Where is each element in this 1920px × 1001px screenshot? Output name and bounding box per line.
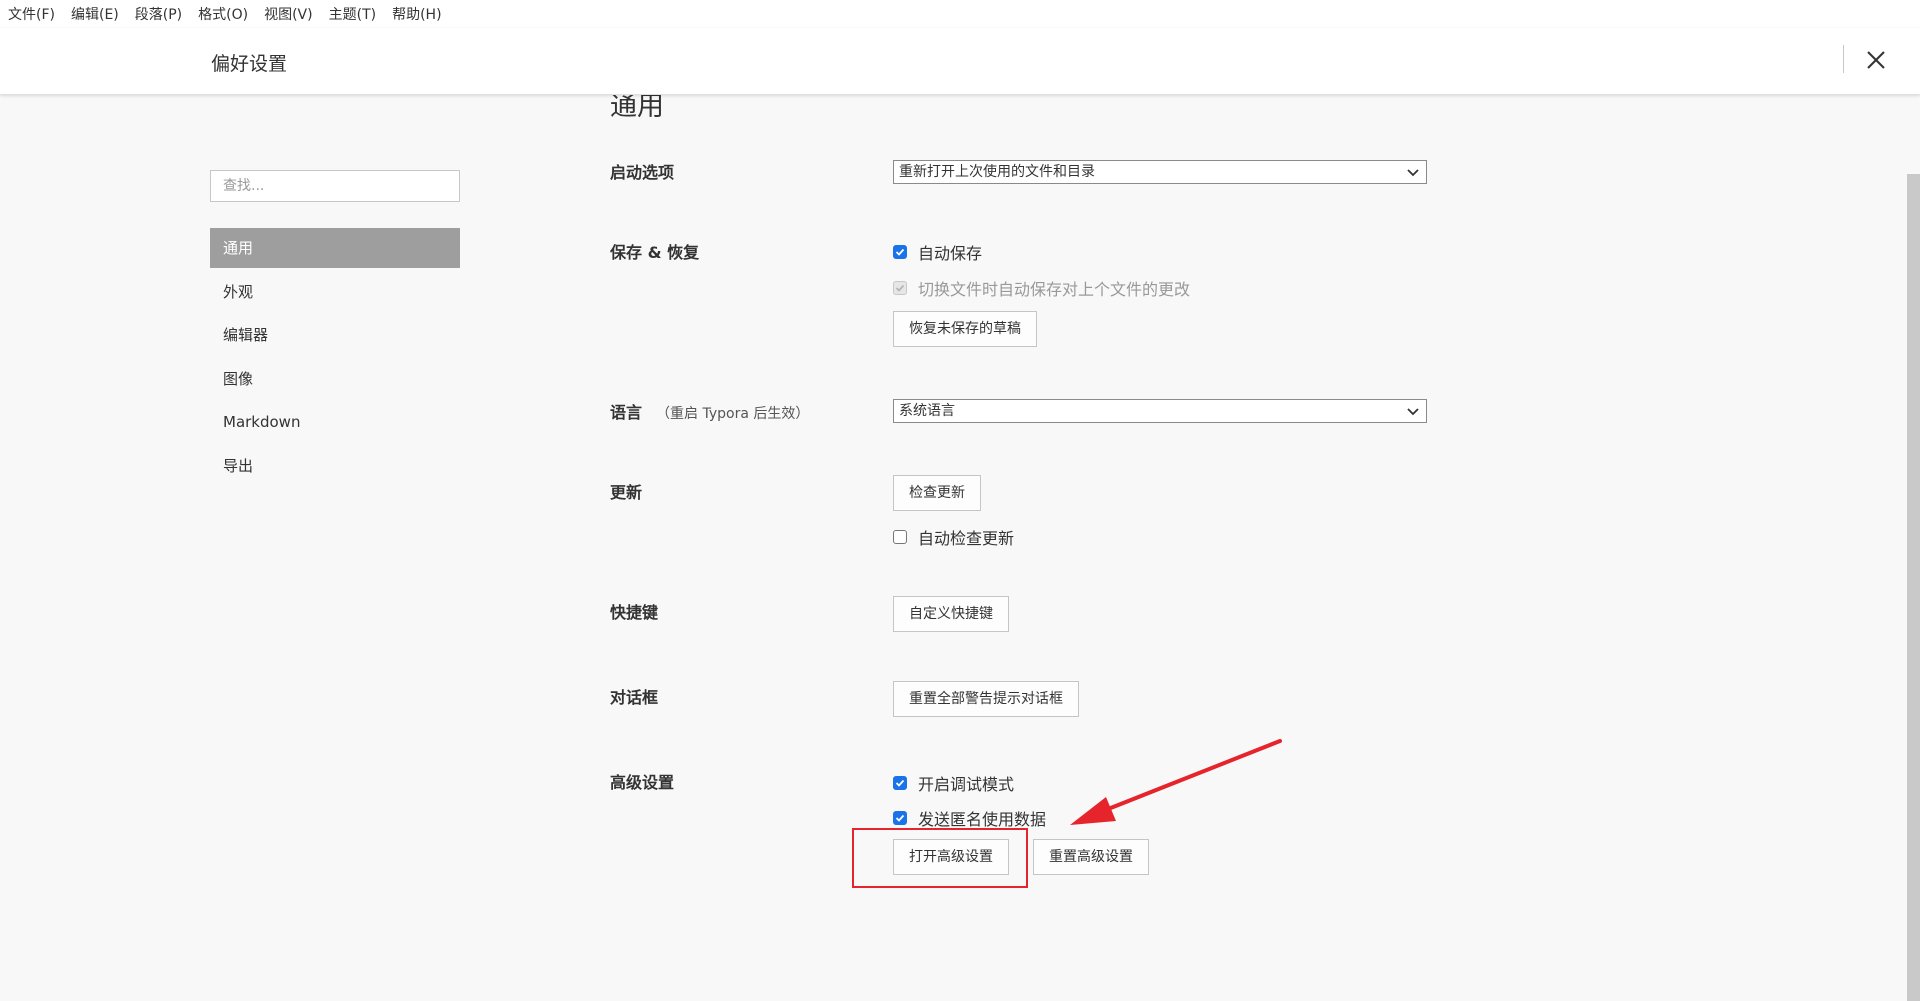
menu-view[interactable]: 视图(V) [264, 4, 313, 24]
telemetry-checkbox[interactable]: 发送匿名使用数据 [893, 806, 1046, 830]
recover-drafts-button[interactable]: 恢复未保存的草稿 [893, 311, 1037, 347]
reset-advanced-settings-button[interactable]: 重置高级设置 [1033, 839, 1149, 875]
sidebar-item-appearance[interactable]: 外观 [210, 272, 460, 312]
update-label: 更新 [610, 483, 643, 502]
annotation-arrow-icon [1070, 739, 1282, 825]
checkbox-checked-icon [893, 245, 907, 259]
sidebar-item-markdown[interactable]: Markdown [210, 402, 460, 442]
checkbox-unchecked-icon [893, 530, 907, 544]
debug-mode-checkbox[interactable]: 开启调试模式 [893, 771, 1014, 795]
menu-bar: 文件(F) 编辑(E) 段落(P) 格式(O) 视图(V) 主题(T) 帮助(H… [0, 0, 1920, 28]
telemetry-label: 发送匿名使用数据 [918, 810, 1047, 829]
checkbox-disabled-icon [893, 281, 907, 295]
menu-format[interactable]: 格式(O) [198, 4, 248, 24]
advanced-label: 高级设置 [610, 773, 675, 792]
startup-select[interactable]: 重新打开上次使用的文件和目录 [893, 160, 1427, 184]
open-advanced-settings-button[interactable]: 打开高级设置 [893, 839, 1009, 875]
language-select[interactable]: 系统语言 [893, 399, 1427, 423]
close-button[interactable] [1858, 44, 1894, 76]
reset-dialogs-button[interactable]: 重置全部警告提示对话框 [893, 681, 1079, 717]
sidebar-item-image[interactable]: 图像 [210, 359, 460, 399]
autosave-label: 自动保存 [918, 244, 983, 263]
sidebar-item-general[interactable]: 通用 [210, 228, 460, 268]
sidebar-item-editor[interactable]: 编辑器 [210, 315, 460, 355]
check-update-button[interactable]: 检查更新 [893, 475, 981, 511]
language-note: （重启 Typora 后生效） [656, 406, 810, 422]
preferences-header: 偏好设置 [0, 28, 1920, 95]
autosave-switch-label: 切换文件时自动保存对上个文件的更改 [918, 280, 1191, 299]
menu-help[interactable]: 帮助(H) [392, 4, 441, 24]
checkbox-checked-icon [893, 776, 907, 790]
dialogs-label: 对话框 [610, 688, 659, 707]
language-label-text: 语言 [610, 403, 643, 422]
auto-check-update-label: 自动检查更新 [918, 529, 1015, 548]
chevron-down-icon [1407, 169, 1419, 177]
customize-shortcuts-button[interactable]: 自定义快捷键 [893, 596, 1009, 632]
autosave-checkbox[interactable]: 自动保存 [893, 240, 982, 264]
menu-edit[interactable]: 编辑(E) [71, 4, 119, 24]
chevron-down-icon [1407, 408, 1419, 416]
startup-label: 启动选项 [610, 163, 675, 182]
checkbox-checked-icon [893, 811, 907, 825]
sidebar-item-export[interactable]: 导出 [210, 446, 460, 486]
save-restore-label: 保存 & 恢复 [610, 243, 700, 262]
close-icon [1867, 51, 1885, 69]
menu-file[interactable]: 文件(F) [8, 4, 55, 24]
auto-check-update-checkbox[interactable]: 自动检查更新 [893, 525, 1014, 549]
scrollbar[interactable] [1907, 174, 1920, 1001]
language-select-value: 系统语言 [899, 403, 955, 419]
menu-paragraph[interactable]: 段落(P) [135, 4, 182, 24]
search-input[interactable] [210, 170, 460, 202]
menu-theme[interactable]: 主题(T) [329, 4, 376, 24]
shortcuts-label: 快捷键 [610, 603, 659, 622]
debug-mode-label: 开启调试模式 [918, 775, 1015, 794]
page-title: 偏好设置 [211, 53, 288, 75]
language-label: 语言 （重启 Typora 后生效） [610, 399, 809, 423]
autosave-switch-checkbox: 切换文件时自动保存对上个文件的更改 [893, 276, 1190, 300]
header-divider [1843, 45, 1844, 73]
startup-select-value: 重新打开上次使用的文件和目录 [899, 164, 1095, 180]
